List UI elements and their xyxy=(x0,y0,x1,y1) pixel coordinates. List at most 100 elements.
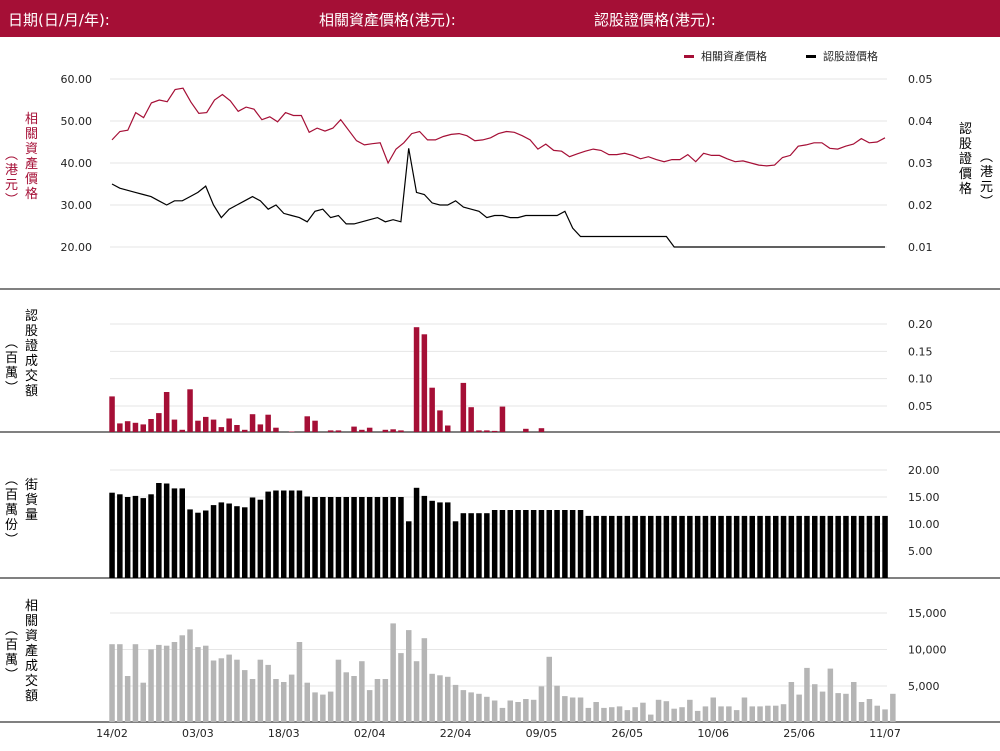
underlying-turnover-bar xyxy=(234,659,240,722)
underlying-turnover-bar xyxy=(249,679,256,722)
street-qty-bar xyxy=(710,515,716,578)
warrant-turnover-bar xyxy=(484,430,490,432)
underlying-turnover-bar xyxy=(624,710,631,722)
underlying-turnover-bar xyxy=(265,664,271,722)
street-qty-bar xyxy=(132,495,139,578)
underlying-turnover-bar xyxy=(780,704,787,722)
underlying-turnover-bar xyxy=(765,705,771,722)
x-tick-label: 02/04 xyxy=(354,727,386,740)
warrant-turnover-bar xyxy=(304,416,310,432)
underlying-turnover-bar xyxy=(281,682,287,722)
street-qty-bar xyxy=(796,515,802,578)
street-qty-bar xyxy=(429,500,435,578)
street-qty-bar xyxy=(288,490,295,578)
street-qty-bar xyxy=(218,502,225,578)
street-qty-bar xyxy=(851,515,857,578)
warrant-turnover-bar xyxy=(226,418,232,432)
street-qty-bar xyxy=(554,510,560,578)
warrant-turnover-bar xyxy=(163,392,170,432)
x-tick-label: 26/05 xyxy=(611,727,643,740)
underlying-turnover-bar xyxy=(109,644,115,722)
underlying-turnover-bar xyxy=(382,679,389,722)
warrant-turnover-bar xyxy=(249,414,256,432)
underlying-turnover-bar xyxy=(616,706,623,722)
underlying-turnover-bar xyxy=(882,709,888,722)
street-qty-bar xyxy=(655,515,662,578)
street-qty-bar xyxy=(421,495,428,578)
street-qty-bar xyxy=(530,510,537,578)
underlying-turnover-bar xyxy=(687,699,693,722)
underlying-turnover-bar xyxy=(515,702,521,722)
warrant-turnover-bar xyxy=(242,429,248,432)
underlying-turnover-bar xyxy=(437,675,443,722)
street-qty-bar xyxy=(812,515,818,578)
street-qty-bar xyxy=(374,497,381,578)
y-tick-right: 0.05 xyxy=(908,400,933,413)
underlying-turnover-bar xyxy=(148,649,154,722)
street-qty-bar xyxy=(569,510,576,578)
underlying-turnover-bar xyxy=(843,693,849,722)
warrant-turnover-bar xyxy=(476,430,482,432)
warrant-turnover-bar xyxy=(148,419,154,432)
warrant-turnover-bar xyxy=(429,387,435,432)
underlying-turnover-bar xyxy=(788,682,795,722)
street-qty-bar xyxy=(648,515,654,578)
warrant-turnover-bar xyxy=(499,406,506,432)
underlying-turnover-bar xyxy=(749,706,755,722)
underlying-turnover-bar xyxy=(546,656,552,722)
underlying-turnover-bar xyxy=(523,699,529,722)
warrant-turnover-bar xyxy=(203,416,209,432)
warrant-turnover-bar xyxy=(171,419,178,432)
y-tick-left: 40.00 xyxy=(61,157,93,170)
warrant-turnover-bar xyxy=(460,382,467,432)
warrant-turnover-bar xyxy=(124,421,131,432)
underlying-turnover-bar xyxy=(117,644,123,722)
underlying-turnover-bar xyxy=(312,692,318,722)
underlying-turnover-bar xyxy=(156,644,162,722)
underlying-turnover-bar xyxy=(452,684,459,722)
y-tick-left: 50.00 xyxy=(61,115,93,128)
underlying-turnover-bar xyxy=(359,661,365,722)
y-tick-right: 0.04 xyxy=(908,115,933,128)
street-qty-bar xyxy=(195,512,201,578)
underlying-turnover-bar xyxy=(491,700,498,722)
street-qty-bar xyxy=(124,497,131,578)
street-qty-bar xyxy=(632,515,638,578)
underlying-turnover-bar xyxy=(163,645,170,722)
warrant-turnover-bar xyxy=(234,425,240,432)
underlying-turnover-bar xyxy=(554,685,560,722)
warrant-turnover-bar xyxy=(140,424,146,432)
warrant-turnover-bar xyxy=(273,427,279,432)
y-tick-left: 20.00 xyxy=(61,241,93,254)
street-qty-bar xyxy=(593,515,599,578)
street-qty-bar xyxy=(140,498,146,578)
warrant-turnover-bar xyxy=(109,396,115,432)
street-qty-bar xyxy=(491,510,498,578)
street-qty-bar xyxy=(413,487,420,578)
y-tick-left: 30.00 xyxy=(61,199,93,212)
y-tick-right: 5.00 xyxy=(908,545,933,558)
street-qty-bar xyxy=(687,515,693,578)
chart-canvas: 60.00 0.05 50.00 0.04 40.00 0.03 30.00 0.02 20.0… xyxy=(0,49,1000,740)
underlying-turnover-bar xyxy=(569,697,576,722)
y-tick-right: 5,000 xyxy=(908,680,940,693)
underlying-turnover-bar xyxy=(538,686,545,722)
warrant-turnover-bar xyxy=(195,420,201,432)
underlying-turnover-bar xyxy=(460,690,467,722)
y-tick-right: 0.02 xyxy=(908,199,933,212)
x-tick-label: 25/06 xyxy=(783,727,815,740)
warrant-turnover-bar xyxy=(366,427,373,432)
street-qty-bar xyxy=(616,515,623,578)
warrant-turnover-bar xyxy=(491,430,498,432)
legend-swatch-underlying xyxy=(684,55,694,58)
x-tick-label: 03/03 xyxy=(182,727,214,740)
underlying-turnover-bar xyxy=(390,623,396,722)
underlying-turnover-bar xyxy=(757,706,763,722)
street-qty-bar xyxy=(296,490,303,578)
street-qty-bar xyxy=(827,515,834,578)
street-qty-bar xyxy=(156,483,162,578)
warrant-turnover-bar xyxy=(351,426,357,432)
underlying-turnover-bar xyxy=(398,653,404,722)
x-tick-label: 09/05 xyxy=(526,727,558,740)
street-qty-bar xyxy=(226,503,232,578)
